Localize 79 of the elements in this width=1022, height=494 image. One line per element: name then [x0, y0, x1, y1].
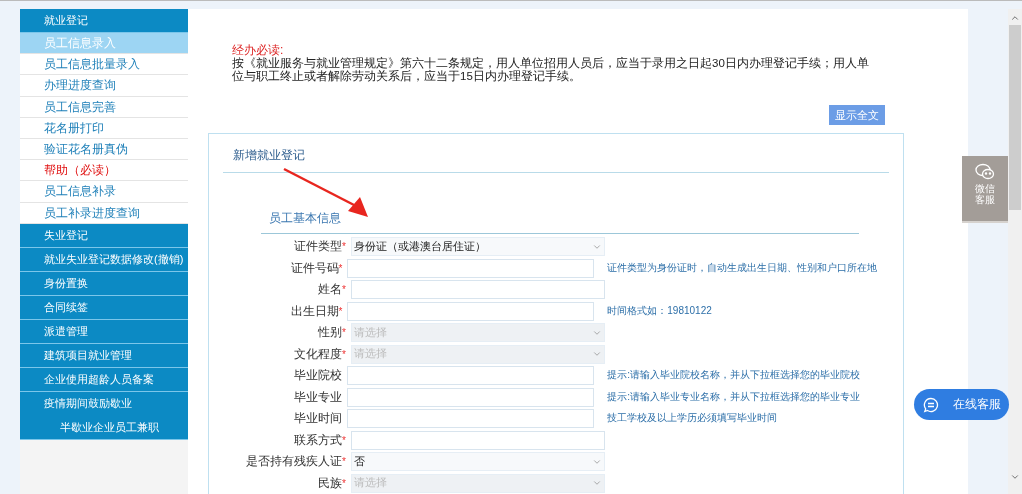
- required-mark: *: [342, 241, 346, 254]
- input-field[interactable]: [347, 366, 595, 385]
- select-field[interactable]: 否: [351, 452, 605, 471]
- notice-text: 按《就业服务与就业管理规定》第六十二条规定，用人单位招用人员后，应当于录用之日起30日内办理登记手续；用人单位与职工终止或者解除劳动关系后，应当于15日内办理登记手续。: [232, 57, 870, 83]
- section-label: 派遣管理: [44, 323, 88, 339]
- section-label: 就业登记: [44, 13, 88, 28]
- scroll-up-icon[interactable]: [1010, 13, 1020, 23]
- sidebar-section[interactable]: 企业使用超龄人员备案: [20, 367, 188, 392]
- required-mark: *: [342, 327, 346, 340]
- section-label: 就业失业登记数据修改(撤销): [44, 251, 184, 267]
- wechat-service-button[interactable]: 微信客服: [962, 156, 1008, 223]
- sidebar-item[interactable]: 花名册打印: [20, 117, 188, 139]
- field-hint: 提示:请输入毕业院校名称，并从下拉框选择您的毕业院校: [607, 368, 862, 380]
- scrollbar[interactable]: [1008, 9, 1022, 494]
- wechat-icon: [975, 163, 995, 181]
- section-title: 员工基本信息: [269, 211, 341, 225]
- chat-icon: [923, 396, 939, 413]
- input-field[interactable]: [347, 387, 595, 407]
- notice-heading: 经办必读:: [232, 43, 285, 57]
- dropdown-icon: [592, 349, 602, 359]
- sidebar-item[interactable]: 员工信息补录: [20, 181, 188, 203]
- field-hint: 证件类型为身份证时，自动生成出生日期、性别和户口所在地: [607, 260, 879, 273]
- sidebar-section[interactable]: 派遣管理: [20, 319, 188, 344]
- field-label: 毕业专业: [294, 389, 343, 404]
- required-mark: *: [342, 456, 346, 469]
- field-label: 证件号码: [290, 260, 339, 275]
- field-label: 证件类型: [294, 239, 343, 253]
- sidebar-section[interactable]: 失业登记: [20, 223, 188, 248]
- input-field[interactable]: [351, 430, 605, 450]
- field-label: 是否持有残疾人证: [246, 454, 343, 468]
- required-mark: *: [338, 261, 343, 276]
- sidebar-item[interactable]: 员工信息完善: [20, 96, 188, 118]
- panel-title: 新增就业登记: [233, 148, 305, 162]
- field-label: 毕业院校: [294, 368, 343, 382]
- required-mark: *: [338, 304, 343, 319]
- field-label: 毕业时间: [294, 411, 343, 425]
- scrollbar-thumb[interactable]: [1009, 25, 1021, 210]
- sidebar-item[interactable]: 帮助（必读）: [20, 160, 188, 182]
- sidebar-section[interactable]: 疫情期间鼓励歇业 半歇业企业员工兼职: [20, 391, 188, 440]
- required-mark: *: [342, 433, 346, 448]
- section-label: 疫情期间鼓励歇业: [44, 395, 132, 411]
- sidebar-section[interactable]: 建筑项目就业管理: [20, 343, 188, 368]
- dropdown-icon: [592, 478, 602, 488]
- field-label: 联系方式: [294, 432, 343, 447]
- section-label: 企业使用超龄人员备案: [44, 371, 154, 387]
- field-label: 出生日期: [290, 303, 339, 318]
- input-field[interactable]: [347, 409, 595, 428]
- sidebar-section[interactable]: 就业登记: [20, 9, 188, 33]
- show-full-text-button[interactable]: 显示全文: [829, 105, 885, 125]
- sidebar-section[interactable]: 就业失业登记数据修改(撤销): [20, 247, 188, 272]
- field-hint: 时间格式如：19810122: [607, 303, 713, 316]
- sidebar-item[interactable]: 员工信息批量录入: [20, 54, 188, 76]
- field-hint: 提示:请输入毕业专业名称，并从下拉框选择您的毕业专业: [607, 389, 862, 402]
- required-mark: *: [342, 347, 346, 362]
- select-field[interactable]: 身份证（或港澳台居住证）: [351, 237, 605, 256]
- required-mark: *: [342, 284, 346, 297]
- sidebar-section[interactable]: 身份置换: [20, 271, 188, 296]
- section-label: 合同续签: [44, 299, 88, 315]
- section-label: 身份置换: [44, 275, 88, 291]
- section-label: 建筑项目就业管理: [44, 347, 132, 363]
- field-label: 民族: [318, 475, 343, 490]
- field-label: 性别: [318, 325, 343, 339]
- scroll-down-icon[interactable]: [1010, 472, 1020, 482]
- wechat-label: 微信客服: [974, 183, 996, 205]
- online-service-button[interactable]: 在线客服: [914, 389, 1009, 420]
- input-field[interactable]: [351, 280, 605, 299]
- input-field[interactable]: [347, 258, 595, 278]
- field-hint: 技工学校及以上学历必须填写毕业时间: [607, 411, 779, 423]
- online-service-label: 在线客服: [953, 396, 1001, 412]
- input-field[interactable]: [347, 301, 595, 321]
- required-mark: *: [342, 476, 346, 491]
- section-label: 失业登记: [44, 227, 88, 243]
- sidebar-item[interactable]: 员工补录进度查询: [20, 202, 188, 224]
- sidebar-item[interactable]: 验证花名册真伪: [20, 138, 188, 161]
- sidebar-item[interactable]: 办理进度查询: [20, 75, 188, 97]
- field-label: 文化程度: [294, 346, 343, 361]
- field-label: 姓名: [318, 282, 343, 296]
- sidebar-section[interactable]: 合同续签: [20, 295, 188, 320]
- section-label: 半歇业企业员工兼职: [60, 419, 159, 435]
